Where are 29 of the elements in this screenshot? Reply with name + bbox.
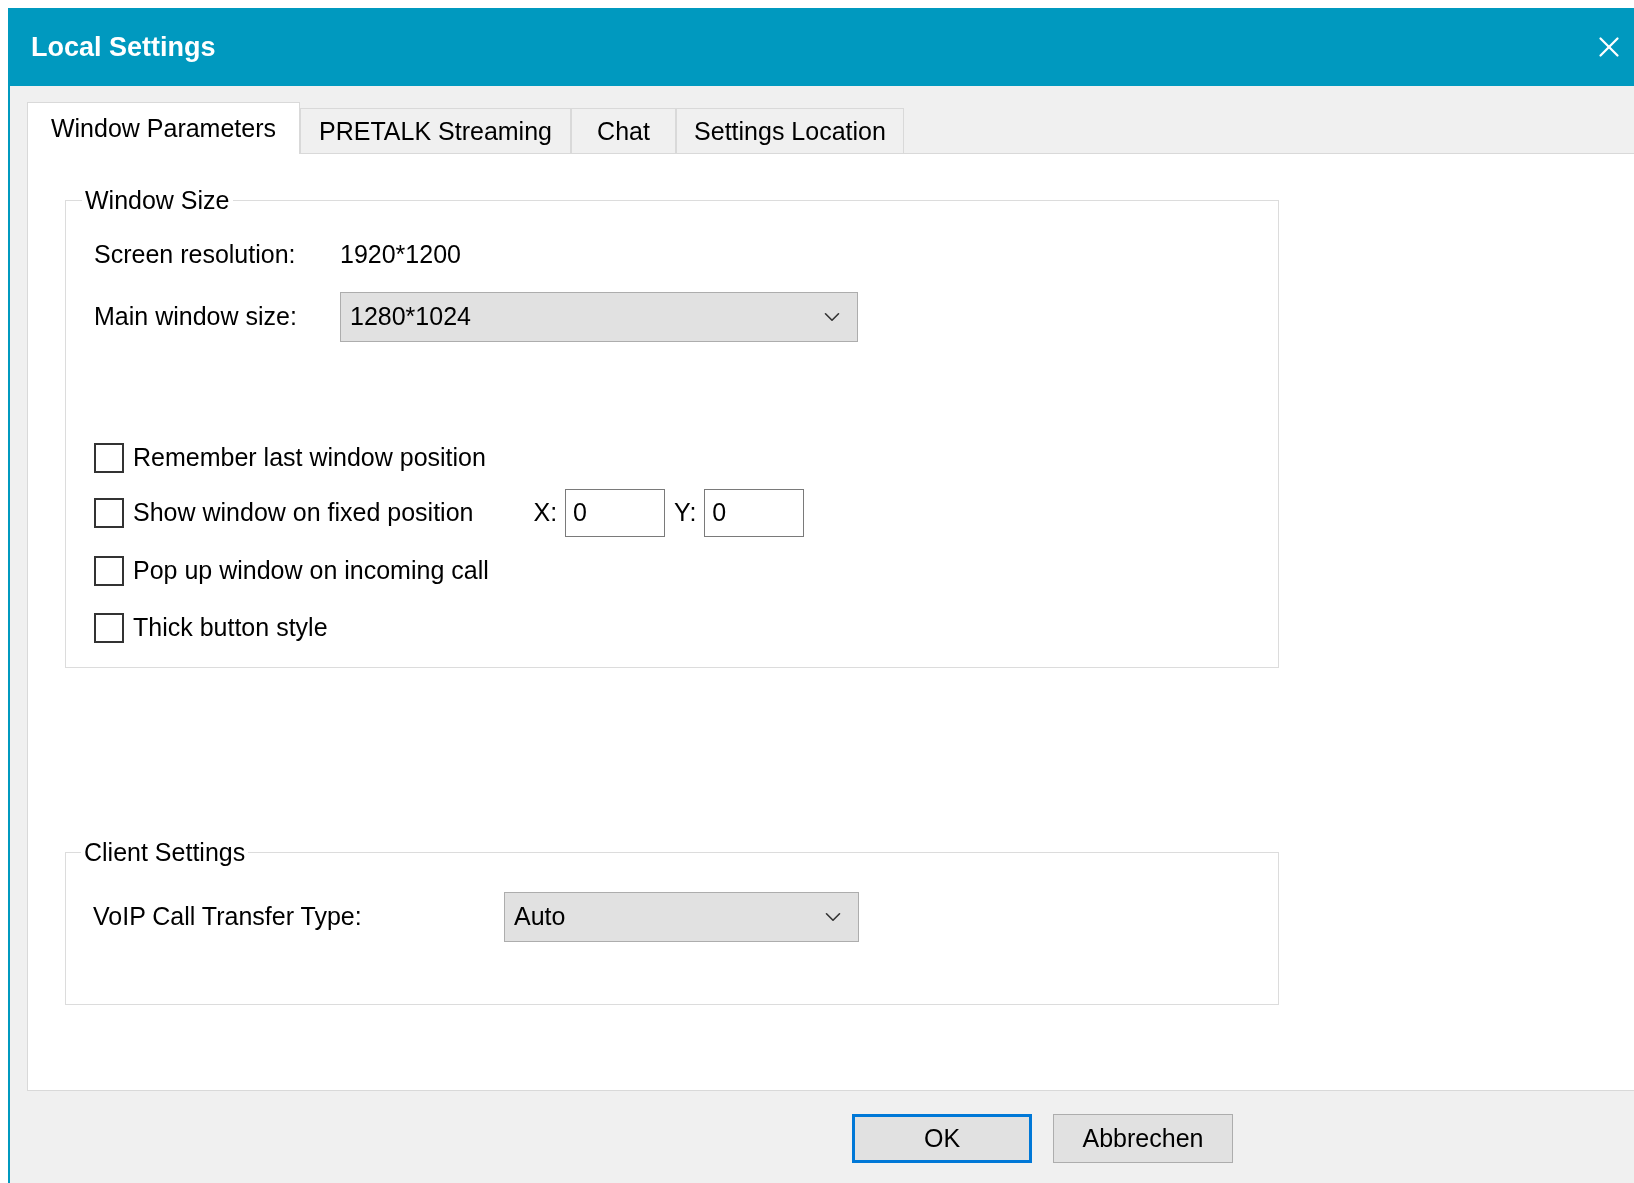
window-size-dropdown[interactable]: 1280*1024 [340,292,858,342]
transfer-type-dropdown[interactable]: Auto [504,892,859,942]
x-label: X: [533,497,558,529]
tab[interactable]: PRETALK Streaming [300,108,571,154]
tab[interactable]: Chat [571,108,676,154]
coordinate-field[interactable]: 0 [565,489,666,537]
group-title: Window Size [84,185,231,215]
field-label: VoIP Call Transfer Type: [93,901,363,933]
cancel-button[interactable]: Abbrechen [1053,1114,1233,1163]
checkbox-label: Show window on fixed position [133,497,474,529]
coordinate-field[interactable]: 0 [704,489,805,537]
window-title: Local Settings [31,30,216,64]
ok-button[interactable]: OK [852,1114,1032,1163]
y-label: Y: [674,497,697,529]
checkbox-label: Pop up window on incoming call [133,554,489,586]
checkbox[interactable] [94,612,124,643]
dropdown-value: 1280*1024 [350,301,471,333]
tab[interactable]: Window Parameters [27,102,300,154]
field-label: Main window size: [94,301,298,333]
checkbox[interactable] [94,498,124,528]
group-title: Client Settings [83,837,247,867]
checkbox[interactable] [94,443,124,473]
checkbox-label: Remember last window position [133,442,486,474]
resolution-value: 1920*1200 [340,239,461,271]
checkbox-label: Thick button style [133,611,328,643]
checkbox[interactable] [94,555,124,586]
tab[interactable]: Settings Location [676,108,904,154]
dropdown-value: Auto [514,901,566,933]
field-label: Screen resolution: [94,239,297,271]
